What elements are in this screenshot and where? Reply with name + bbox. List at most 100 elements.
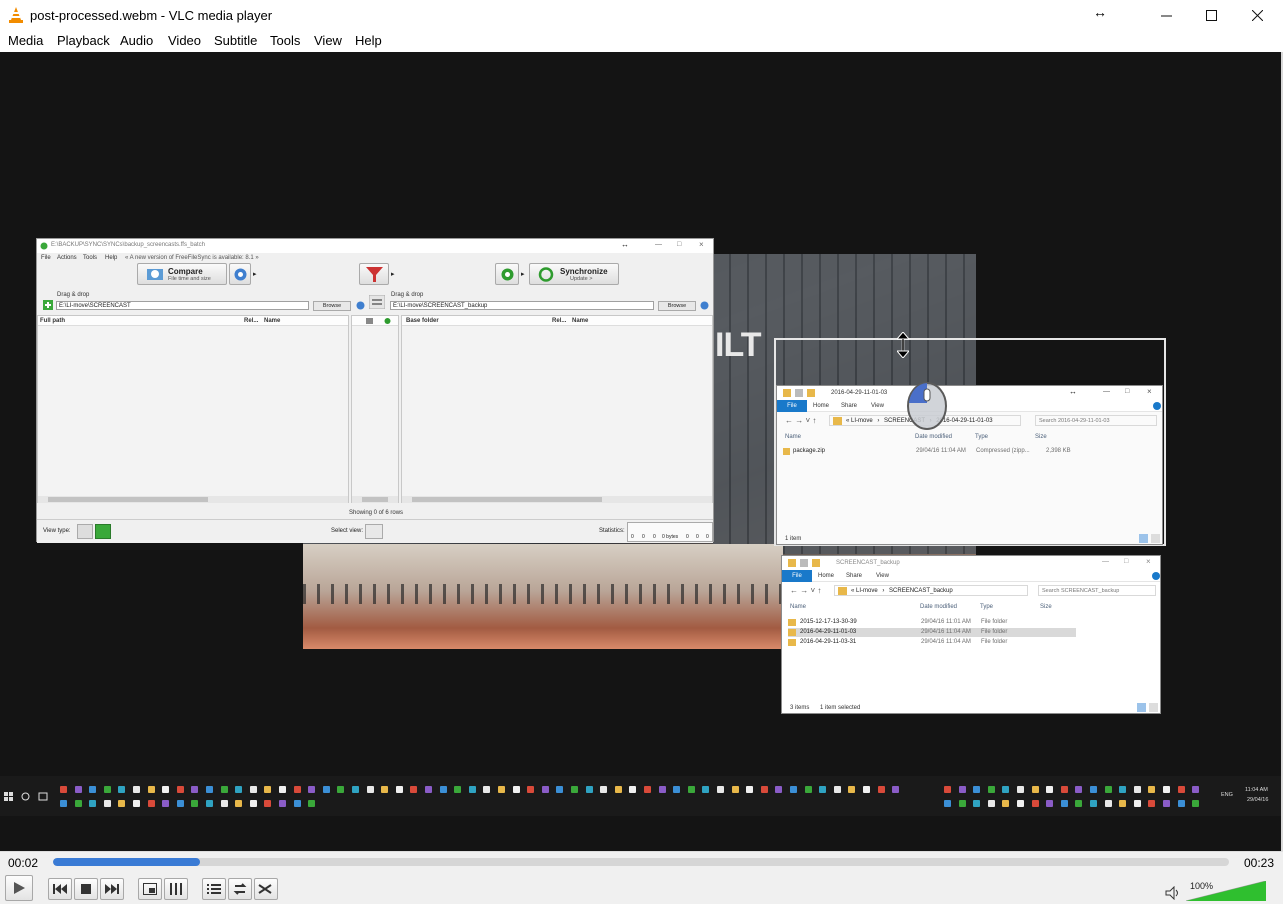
right-col-base-folder[interactable]: Base folder xyxy=(406,318,439,324)
left-col-rel[interactable]: Rel... xyxy=(244,318,258,324)
explorer-top-close-button[interactable]: × xyxy=(1147,387,1152,396)
close-button[interactable] xyxy=(1234,0,1280,30)
playlist-button[interactable] xyxy=(202,878,226,900)
explorer-bottom-row-1[interactable]: 2015-12-17-13-30-39 29/04/16 11:01 AM Fi… xyxy=(788,618,1076,627)
view-type-list-button[interactable] xyxy=(77,524,93,539)
explorer-bottom-maximize-button[interactable]: □ xyxy=(1124,558,1128,565)
middle-hscrollbar[interactable] xyxy=(352,496,398,503)
left-col-name[interactable]: Name xyxy=(264,318,280,324)
explorer-bottom-minimize-button[interactable]: — xyxy=(1102,558,1109,565)
left-path-input[interactable]: E:\LI-move\SCREENCAST xyxy=(56,301,309,310)
middle-action-grid[interactable] xyxy=(351,315,399,503)
explorer-top-maximize-button[interactable]: □ xyxy=(1125,388,1129,395)
explorer-top-col-date[interactable]: Date modified xyxy=(915,434,952,440)
explorer-top-search-input[interactable]: Search 2016-04-29-11-01-03 xyxy=(1035,415,1157,426)
menu-help[interactable]: Help xyxy=(355,33,382,48)
compare-settings-button[interactable] xyxy=(229,263,251,285)
swap-sides-icon[interactable] xyxy=(369,295,385,309)
explorer-bottom-col-date[interactable]: Date modified xyxy=(920,604,957,610)
view-type-tree-button[interactable] xyxy=(95,524,111,539)
volume-speaker-icon[interactable] xyxy=(1165,886,1181,900)
video-area[interactable]: ILT E:\BACKUP\SYNC\SYNCs\backup_screenca… xyxy=(0,52,1281,851)
left-browse-button[interactable]: Browse xyxy=(313,301,351,311)
explorer-top-tab-home[interactable]: Home xyxy=(813,403,829,409)
previous-button[interactable] xyxy=(48,878,72,900)
ffs-maximize-button[interactable]: □ xyxy=(677,241,681,248)
explorer-bottom-col-name[interactable]: Name xyxy=(790,604,806,610)
explorer-bottom-tab-home[interactable]: Home xyxy=(818,573,834,579)
select-view-button[interactable] xyxy=(365,524,383,539)
seek-bar[interactable] xyxy=(53,858,1229,866)
ffs-menu-actions[interactable]: Actions xyxy=(57,255,77,261)
menu-tools[interactable]: Tools xyxy=(270,33,300,48)
ffs-menu-help[interactable]: Help xyxy=(105,255,117,261)
right-file-grid[interactable]: Base folder Rel... Name xyxy=(401,315,713,503)
explorer-top-tab-view[interactable]: View xyxy=(871,403,884,409)
elapsed-time[interactable]: 00:02 xyxy=(8,856,38,870)
menu-subtitle[interactable]: Subtitle xyxy=(214,33,257,48)
explorer-top-col-size[interactable]: Size xyxy=(1035,434,1047,440)
help-icon[interactable] xyxy=(1153,402,1161,410)
play-button[interactable] xyxy=(5,875,33,901)
loop-button[interactable] xyxy=(228,878,252,900)
explorer-bottom-address-bar[interactable]: « LI-move › SCREENCAST_backup xyxy=(834,585,1028,596)
explorer-bottom-col-type[interactable]: Type xyxy=(980,604,993,610)
ffs-minimize-button[interactable]: — xyxy=(655,241,662,248)
left-hscrollbar[interactable] xyxy=(38,496,348,503)
sync-settings-button[interactable] xyxy=(495,263,519,285)
menu-view[interactable]: View xyxy=(314,33,342,48)
view-toggle-icons[interactable] xyxy=(1137,703,1159,712)
left-file-grid[interactable]: Full path Rel... Name xyxy=(37,315,349,503)
right-cloud-icon[interactable] xyxy=(700,301,709,310)
stop-button[interactable] xyxy=(74,878,98,900)
compare-button[interactable]: Compare File time and size xyxy=(137,263,227,285)
menu-playback[interactable]: Playback xyxy=(57,33,110,48)
explorer-bottom-row-2[interactable]: 2016-04-29-11-01-03 29/04/16 11:04 AM Fi… xyxy=(788,628,1076,637)
right-col-name[interactable]: Name xyxy=(572,318,588,324)
explorer-bottom-tab-file[interactable]: File xyxy=(782,570,812,582)
right-col-rel[interactable]: Rel... xyxy=(552,318,566,324)
explorer-top-col-type[interactable]: Type xyxy=(975,434,988,440)
explorer-top-tab-share[interactable]: Share xyxy=(841,403,857,409)
extended-settings-button[interactable] xyxy=(164,878,188,900)
ffs-update-notice[interactable]: « A new version of FreeFileSync is avail… xyxy=(125,255,259,261)
total-time[interactable]: 00:23 xyxy=(1244,856,1274,870)
explorer-top-tab-file[interactable]: File xyxy=(777,400,807,412)
volume-slider[interactable] xyxy=(1186,881,1266,901)
explorer-bottom-search-input[interactable]: Search SCREENCAST_backup xyxy=(1038,585,1156,596)
add-folder-pair-icon[interactable] xyxy=(43,300,53,310)
compare-dropdown-icon[interactable]: ▸ xyxy=(253,270,257,278)
right-hscrollbar[interactable] xyxy=(402,496,712,503)
right-browse-button[interactable]: Browse xyxy=(658,301,696,311)
help-icon[interactable] xyxy=(1152,572,1160,580)
menu-video[interactable]: Video xyxy=(168,33,201,48)
ffs-close-button[interactable]: × xyxy=(699,240,704,249)
fullscreen-button[interactable] xyxy=(138,878,162,900)
explorer-bottom-row-3[interactable]: 2016-04-29-11-03-31 29/04/16 11:04 AM Fi… xyxy=(788,638,1076,647)
explorer-bottom-col-size[interactable]: Size xyxy=(1040,604,1052,610)
menu-media[interactable]: Media xyxy=(8,33,43,48)
ffs-menu-file[interactable]: File xyxy=(41,255,51,261)
synchronize-button[interactable]: Synchronize Update > xyxy=(529,263,619,285)
minimize-button[interactable] xyxy=(1143,0,1189,30)
left-cloud-icon[interactable] xyxy=(356,301,365,310)
view-toggle-icons[interactable] xyxy=(1139,534,1161,543)
explorer-top-row-package[interactable]: package.zip 29/04/16 11:04 AM Compressed… xyxy=(783,447,1083,456)
right-path-input[interactable]: E:\LI-move\SCREENCAST_backup xyxy=(390,301,654,310)
next-button[interactable] xyxy=(100,878,124,900)
explorer-top-col-name[interactable]: Name xyxy=(785,434,801,440)
explorer-bottom-close-button[interactable]: × xyxy=(1146,557,1151,566)
left-col-full-path[interactable]: Full path xyxy=(40,318,65,324)
sync-dropdown-icon[interactable]: ▸ xyxy=(521,270,525,278)
filter-dropdown-icon[interactable]: ▸ xyxy=(391,270,395,278)
maximize-button[interactable] xyxy=(1188,0,1234,30)
explorer-bottom-nav-arrows[interactable]: ← → ˅ ↑ xyxy=(790,586,821,595)
ffs-menu-tools[interactable]: Tools xyxy=(83,255,97,261)
explorer-bottom-tab-share[interactable]: Share xyxy=(846,573,862,579)
explorer-top-nav-arrows[interactable]: ← → ˅ ↑ xyxy=(785,416,816,425)
shuffle-button[interactable] xyxy=(254,878,278,900)
explorer-top-minimize-button[interactable]: — xyxy=(1103,388,1110,395)
explorer-bottom-tab-view[interactable]: View xyxy=(876,573,889,579)
filter-button[interactable] xyxy=(359,263,389,285)
menu-audio[interactable]: Audio xyxy=(120,33,153,48)
